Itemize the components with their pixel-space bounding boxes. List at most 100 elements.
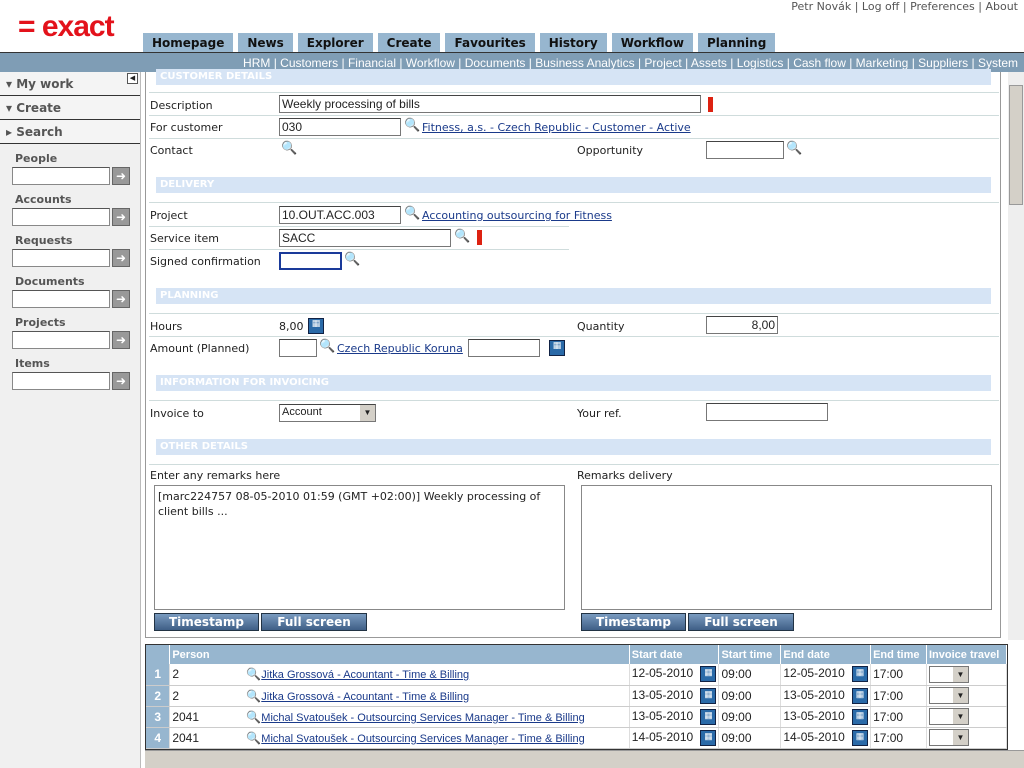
col-person[interactable]: Person bbox=[169, 645, 630, 664]
person-link[interactable]: Michal Svatoušek - Outsourcing Services … bbox=[261, 733, 584, 745]
end-date[interactable]: 12-05-2010 bbox=[783, 666, 844, 680]
person-link[interactable]: Michal Svatoušek - Outsourcing Services … bbox=[261, 712, 584, 724]
col-end-date[interactable]: End date bbox=[780, 645, 872, 664]
start-date[interactable]: 14-05-2010 bbox=[632, 730, 693, 744]
subnav-hrm[interactable]: HRM bbox=[243, 56, 270, 70]
search-icon[interactable]: 🔍 bbox=[404, 118, 420, 134]
tab-news[interactable]: News bbox=[238, 33, 293, 52]
search-projects-input[interactable] bbox=[12, 331, 110, 349]
service-item-input[interactable]: SACC bbox=[279, 229, 451, 247]
end-time[interactable]: 17:00 bbox=[870, 706, 927, 728]
end-time[interactable]: 17:00 bbox=[870, 685, 927, 707]
full-screen-button[interactable]: Full screen bbox=[261, 613, 367, 631]
search-items-input[interactable] bbox=[12, 372, 110, 390]
col-start-time[interactable]: Start time bbox=[718, 645, 782, 664]
preferences-link[interactable]: Preferences bbox=[910, 0, 975, 13]
subnav-business-analytics[interactable]: Business Analytics bbox=[535, 56, 634, 70]
calendar-icon[interactable]: ▦ bbox=[852, 687, 869, 704]
person-link[interactable]: Jitka Grossová - Acountant - Time & Bill… bbox=[261, 691, 469, 703]
end-date[interactable]: 14-05-2010 bbox=[783, 730, 844, 744]
subnav-suppliers[interactable]: Suppliers bbox=[918, 56, 968, 70]
search-icon[interactable]: 🔍 bbox=[344, 252, 360, 268]
start-date[interactable]: 12-05-2010 bbox=[632, 666, 693, 680]
search-icon[interactable]: 🔍 bbox=[246, 731, 261, 745]
go-arrow-icon[interactable]: ➜ bbox=[112, 208, 130, 226]
calendar-icon[interactable]: ▦ bbox=[700, 666, 717, 683]
start-time[interactable]: 09:00 bbox=[718, 727, 782, 749]
go-arrow-icon[interactable]: ➜ bbox=[112, 249, 130, 267]
table-row[interactable]: 4 2041 🔍Michal Svatoušek - Outsourcing Se… bbox=[146, 727, 1007, 749]
table-row[interactable]: 3 2041 🔍Michal Svatoušek - Outsourcing Se… bbox=[146, 706, 1007, 728]
horizontal-scrollbar[interactable] bbox=[145, 750, 1024, 768]
subnav-cash-flow[interactable]: Cash flow bbox=[793, 56, 846, 70]
invoice-travel-select[interactable]: ▼ bbox=[929, 729, 969, 746]
tab-favourites[interactable]: Favourites bbox=[445, 33, 535, 52]
calculator-icon[interactable]: ▦ bbox=[549, 340, 565, 356]
remarks-textarea[interactable]: [marc224757 08-05-2010 01:59 (GMT +02:00… bbox=[154, 485, 565, 610]
subnav-financial[interactable]: Financial bbox=[348, 56, 396, 70]
end-date[interactable]: 13-05-2010 bbox=[783, 688, 844, 702]
tab-homepage[interactable]: Homepage bbox=[143, 33, 234, 52]
col-invoice-travel[interactable]: Invoice travel bbox=[926, 645, 1007, 664]
invoice-travel-select[interactable]: ▼ bbox=[929, 708, 969, 725]
end-date[interactable]: 13-05-2010 bbox=[783, 709, 844, 723]
quantity-input[interactable]: 8,00 bbox=[706, 316, 778, 334]
log-off-link[interactable]: Log off bbox=[862, 0, 899, 13]
calendar-icon[interactable]: ▦ bbox=[700, 708, 717, 725]
search-documents-input[interactable] bbox=[12, 290, 110, 308]
search-icon[interactable]: 🔍 bbox=[246, 689, 261, 703]
opportunity-input[interactable] bbox=[706, 141, 784, 159]
col-end-time[interactable]: End time bbox=[870, 645, 927, 664]
calendar-icon[interactable]: ▦ bbox=[852, 729, 869, 746]
invoice-travel-select[interactable]: ▼ bbox=[929, 687, 969, 704]
calendar-icon[interactable]: ▦ bbox=[852, 666, 869, 683]
start-date[interactable]: 13-05-2010 bbox=[632, 709, 693, 723]
end-time[interactable]: 17:00 bbox=[870, 664, 927, 686]
search-icon[interactable]: 🔍 bbox=[404, 206, 420, 222]
currency-link[interactable]: Czech Republic Koruna bbox=[337, 342, 463, 355]
go-arrow-icon[interactable]: ➜ bbox=[112, 167, 130, 185]
search-icon[interactable]: 🔍 bbox=[319, 339, 335, 355]
start-date[interactable]: 13-05-2010 bbox=[632, 688, 693, 702]
search-requests-input[interactable] bbox=[12, 249, 110, 267]
person-link[interactable]: Jitka Grossová - Acountant - Time & Bill… bbox=[261, 669, 469, 681]
search-icon[interactable]: 🔍 bbox=[786, 141, 802, 157]
description-input[interactable]: Weekly processing of bills bbox=[279, 95, 701, 113]
start-time[interactable]: 09:00 bbox=[718, 664, 782, 686]
invoice-travel-select[interactable]: ▼ bbox=[929, 665, 969, 683]
remarks-delivery-textarea[interactable] bbox=[581, 485, 992, 610]
calculator-icon[interactable]: ▦ bbox=[308, 318, 324, 334]
project-link[interactable]: Accounting outsourcing for Fitness bbox=[422, 209, 612, 222]
go-arrow-icon[interactable]: ➜ bbox=[112, 372, 130, 390]
subnav-marketing[interactable]: Marketing bbox=[856, 56, 909, 70]
tab-workflow[interactable]: Workflow bbox=[611, 33, 693, 52]
delivery-full-screen-button[interactable]: Full screen bbox=[688, 613, 794, 631]
go-arrow-icon[interactable]: ➜ bbox=[112, 331, 130, 349]
collapse-sidebar-button[interactable]: ◀ bbox=[127, 73, 138, 84]
sidebar-search[interactable]: ▸ Search bbox=[0, 120, 140, 144]
customer-link[interactable]: Fitness, a.s. - Czech Republic - Custome… bbox=[422, 121, 691, 134]
tab-history[interactable]: History bbox=[539, 33, 607, 52]
search-icon[interactable]: 🔍 bbox=[246, 667, 261, 681]
calendar-icon[interactable]: ▦ bbox=[700, 687, 717, 704]
search-people-input[interactable] bbox=[12, 167, 110, 185]
customer-input[interactable]: 030 bbox=[279, 118, 401, 136]
tab-create[interactable]: Create bbox=[377, 33, 441, 52]
project-input[interactable]: 10.OUT.ACC.003 bbox=[279, 206, 401, 224]
search-icon[interactable]: 🔍 bbox=[454, 229, 470, 245]
go-arrow-icon[interactable]: ➜ bbox=[112, 290, 130, 308]
your-ref-input[interactable] bbox=[706, 403, 828, 421]
start-time[interactable]: 09:00 bbox=[718, 706, 782, 728]
subnav-documents[interactable]: Documents bbox=[465, 56, 526, 70]
tab-planning[interactable]: Planning bbox=[697, 33, 776, 52]
search-accounts-input[interactable] bbox=[12, 208, 110, 226]
search-icon[interactable]: 🔍 bbox=[281, 141, 297, 157]
timestamp-button[interactable]: Timestamp bbox=[154, 613, 259, 631]
calendar-icon[interactable]: ▦ bbox=[700, 729, 717, 746]
search-icon[interactable]: 🔍 bbox=[246, 710, 261, 724]
amount-input[interactable] bbox=[279, 339, 317, 357]
user-name[interactable]: Petr Novák bbox=[791, 0, 851, 13]
sidebar-my-work[interactable]: ▾ My work bbox=[0, 72, 140, 96]
subnav-assets[interactable]: Assets bbox=[691, 56, 727, 70]
start-time[interactable]: 09:00 bbox=[718, 685, 782, 707]
